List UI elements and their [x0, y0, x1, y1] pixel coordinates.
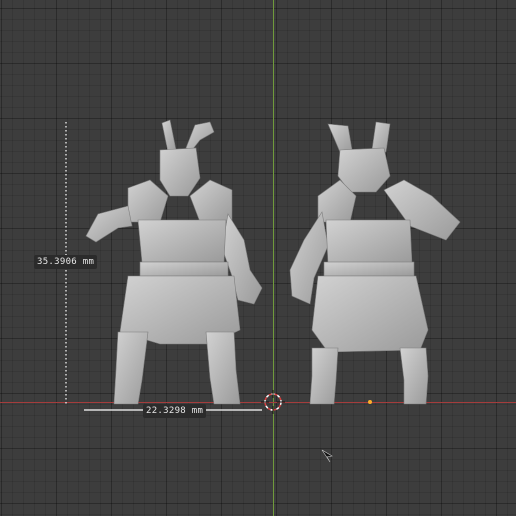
height-measurement-label: 35.3906 mm: [34, 255, 98, 269]
width-measurement-label: 22.3298 mm: [143, 404, 207, 418]
front-view-model[interactable]: [85, 119, 263, 405]
3d-viewport[interactable]: 35.3906 mm 22.3298 mm: [0, 0, 516, 516]
back-view-model[interactable]: [289, 121, 461, 405]
